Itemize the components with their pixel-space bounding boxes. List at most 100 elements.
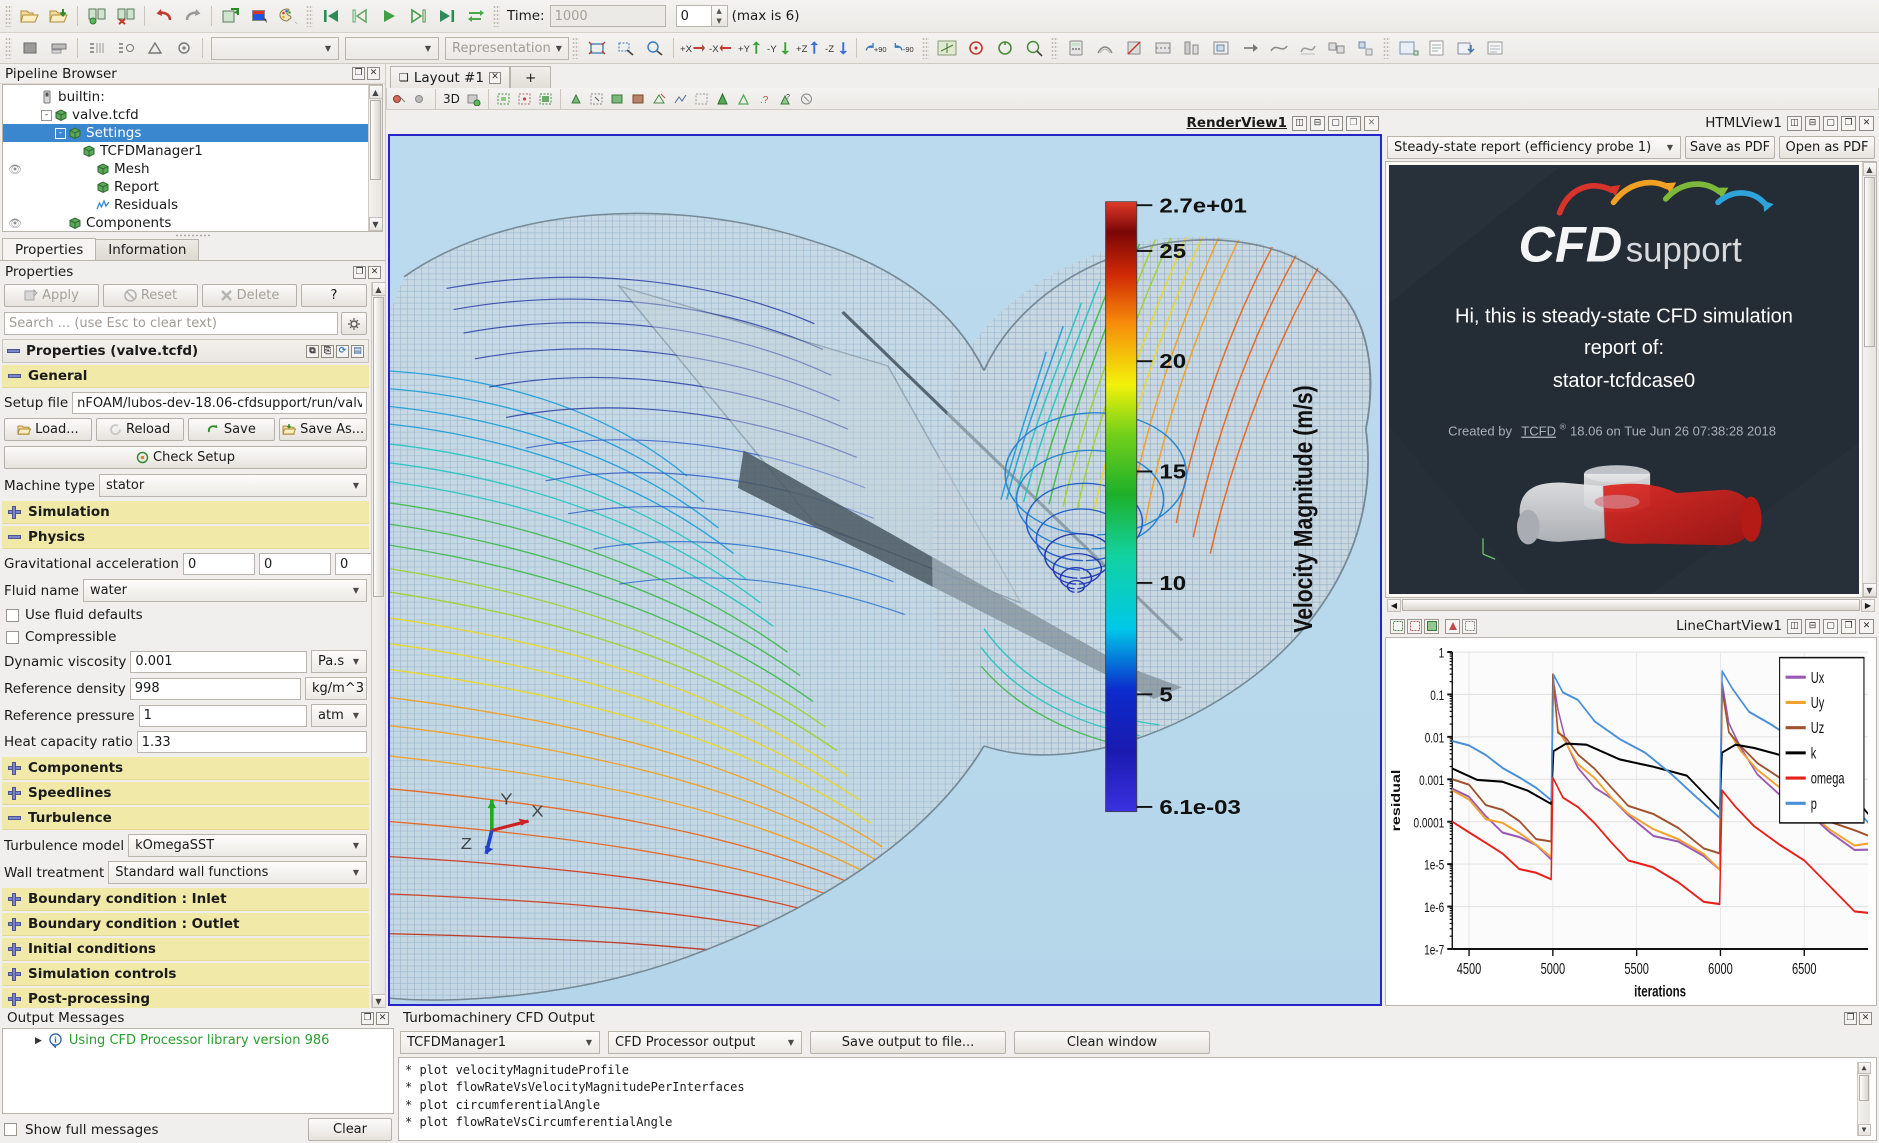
copy-icon[interactable]: ⧉ <box>306 344 319 358</box>
play-icon[interactable] <box>375 3 402 29</box>
expand-icon[interactable] <box>8 761 21 775</box>
pipeline-item-1[interactable]: - valve.tcfd <box>3 106 368 124</box>
section-bc-inlet[interactable]: Boundary condition : Inlet <box>2 888 369 911</box>
color-map-icon[interactable] <box>246 3 273 29</box>
pipeline-item-0[interactable]: builtin: <box>3 88 368 106</box>
scroll-up-icon[interactable]: ▲ <box>1857 1062 1871 1074</box>
scroll-down-icon[interactable]: ▼ <box>1857 1124 1871 1136</box>
section-simulation[interactable]: Simulation <box>2 501 369 524</box>
select-points-icon[interactable] <box>515 89 534 108</box>
streamtracer-icon[interactable] <box>1265 35 1292 61</box>
render-view-canvas[interactable]: Y X Z 2.7e+01 25 20 15 10 5 6.1e-03 Velo… <box>388 134 1382 1006</box>
tree-expander-icon[interactable]: - <box>55 127 66 139</box>
scroll-up-icon[interactable]: ▲ <box>368 85 382 99</box>
chart-select-polygon-icon[interactable] <box>1424 618 1439 634</box>
gravity-z-input[interactable] <box>334 553 371 575</box>
maximize-view-icon[interactable]: ▢ <box>1823 115 1838 131</box>
representation-select[interactable]: Representation ▼ <box>445 36 569 60</box>
expand-icon[interactable] <box>8 892 21 906</box>
reference-pressure-input[interactable] <box>138 704 307 727</box>
close-view-icon[interactable]: ✕ <box>1859 618 1874 634</box>
fluid-name-select[interactable]: water ▼ <box>82 579 367 602</box>
chart-select-points-icon[interactable] <box>1407 618 1422 634</box>
extract-subset-icon[interactable] <box>1207 35 1234 61</box>
paste-icon[interactable]: ⎘ <box>321 344 334 358</box>
calculator-filter-icon[interactable] <box>1062 35 1089 61</box>
collapse-icon[interactable] <box>8 531 21 544</box>
slice-filter-icon[interactable] <box>1149 35 1176 61</box>
next-frame-icon[interactable] <box>404 3 431 29</box>
section-general[interactable]: General <box>2 365 369 388</box>
rescale-range-icon[interactable] <box>83 35 110 61</box>
center-toolbar-grip[interactable] <box>922 37 929 59</box>
rep-toolbar-grip[interactable] <box>5 37 12 59</box>
chart-clear-selection-icon[interactable] <box>1445 618 1460 634</box>
rescale-custom-icon[interactable] <box>112 35 139 61</box>
properties-scroll-area[interactable]: Apply Reset Delete ? Search ... (use Esc… <box>0 282 385 1008</box>
pipeline-item-2[interactable]: - Settings <box>3 124 368 142</box>
contour-filter-icon[interactable] <box>1091 35 1118 61</box>
tcfd-new-case-icon[interactable] <box>1394 35 1421 61</box>
scroll-down-icon[interactable]: ▼ <box>368 217 382 231</box>
scroll-down-icon[interactable]: ▼ <box>1862 583 1876 597</box>
apply-button[interactable]: Apply <box>4 284 99 307</box>
pick-center-icon[interactable] <box>1020 35 1047 61</box>
split-horizontal-icon[interactable]: ◫ <box>1292 115 1307 131</box>
tab-information[interactable]: Information <box>95 239 200 260</box>
select-block-icon[interactable] <box>566 89 585 108</box>
view-plus-z-icon[interactable]: +Z <box>795 35 822 61</box>
view-plus-x-icon[interactable]: +X <box>679 35 706 61</box>
select-help-1-icon[interactable]: .? <box>755 89 774 108</box>
plot-selection-icon[interactable] <box>671 89 690 108</box>
collapse-icon[interactable] <box>7 345 20 358</box>
active-variable-icon[interactable] <box>16 35 43 61</box>
disconnect-server-icon[interactable] <box>112 3 139 29</box>
custom-toolbar-grip[interactable] <box>1383 37 1390 59</box>
zoom-to-box-icon[interactable] <box>612 35 639 61</box>
wall-treatment-select[interactable]: Standard wall functions ▼ <box>108 861 367 884</box>
use-fluid-defaults-row[interactable]: Use fluid defaults <box>2 604 369 626</box>
visibility-icon[interactable]: 👁 <box>7 163 23 176</box>
view-plus-y-icon[interactable]: +Y <box>737 35 764 61</box>
split-vertical-icon[interactable]: ⊟ <box>1805 115 1820 131</box>
save-output-button[interactable]: Save output to file... <box>810 1031 1006 1054</box>
camera-toolbar-grip[interactable] <box>572 37 579 59</box>
colormap-preset-icon[interactable] <box>170 35 197 61</box>
reset-center-icon[interactable] <box>991 35 1018 61</box>
reference-pressure-unit-select[interactable]: atm ▼ <box>311 704 367 727</box>
close-view-icon[interactable]: ✕ <box>1364 115 1379 131</box>
compressible-row[interactable]: Compressible <box>2 626 369 648</box>
section-simulation-controls[interactable]: Simulation controls <box>2 963 369 986</box>
section-initial-conditions[interactable]: Initial conditions <box>2 938 369 961</box>
reset-selection-icon[interactable] <box>797 89 816 108</box>
last-frame-icon[interactable] <box>433 3 460 29</box>
chart-select-icon[interactable] <box>1390 618 1405 634</box>
connect-server-icon[interactable] <box>83 3 110 29</box>
save-defaults-icon[interactable]: ▤ <box>351 344 364 358</box>
maximize-view-icon[interactable]: ▢ <box>1328 115 1343 131</box>
pipeline-tree[interactable]: builtin: - valve.tcfd - Settings TCFDManager1… <box>3 85 368 231</box>
time-toolbar-grip[interactable] <box>493 5 500 27</box>
edit-colormap-icon[interactable] <box>141 35 168 61</box>
select-help-2-icon[interactable]: ? <box>776 89 795 108</box>
close-layout-icon[interactable]: ✕ <box>488 71 501 84</box>
setup-file-input[interactable] <box>72 392 367 414</box>
hover-points-icon[interactable] <box>608 89 627 108</box>
tcfd-settings-icon[interactable] <box>1481 35 1508 61</box>
scrollbar-thumb[interactable] <box>373 297 384 597</box>
output-message-row[interactable]: ▶ i Using CFD Processor library version … <box>9 1033 387 1048</box>
heat-capacity-input[interactable] <box>136 731 367 753</box>
scroll-right-icon[interactable]: ▶ <box>1861 598 1875 612</box>
scrollbar-thumb[interactable] <box>1859 1075 1869 1101</box>
warp-filter-icon[interactable] <box>1294 35 1321 61</box>
array-select[interactable]: ▼ <box>211 36 339 60</box>
grow-selection-icon[interactable] <box>713 89 732 108</box>
undock-view-icon[interactable]: ❐ <box>1841 618 1856 634</box>
split-horizontal-icon[interactable]: ◫ <box>1787 618 1802 634</box>
stepper-down-icon[interactable]: ▼ <box>712 16 727 26</box>
tcfd-report-icon[interactable] <box>1423 35 1450 61</box>
pipeline-item-4[interactable]: 👁 Mesh <box>3 160 368 178</box>
expand-icon[interactable] <box>8 917 21 931</box>
loop-icon[interactable] <box>462 3 489 29</box>
html-view-hscrollbar[interactable]: ◀ ▶ <box>1385 598 1877 612</box>
